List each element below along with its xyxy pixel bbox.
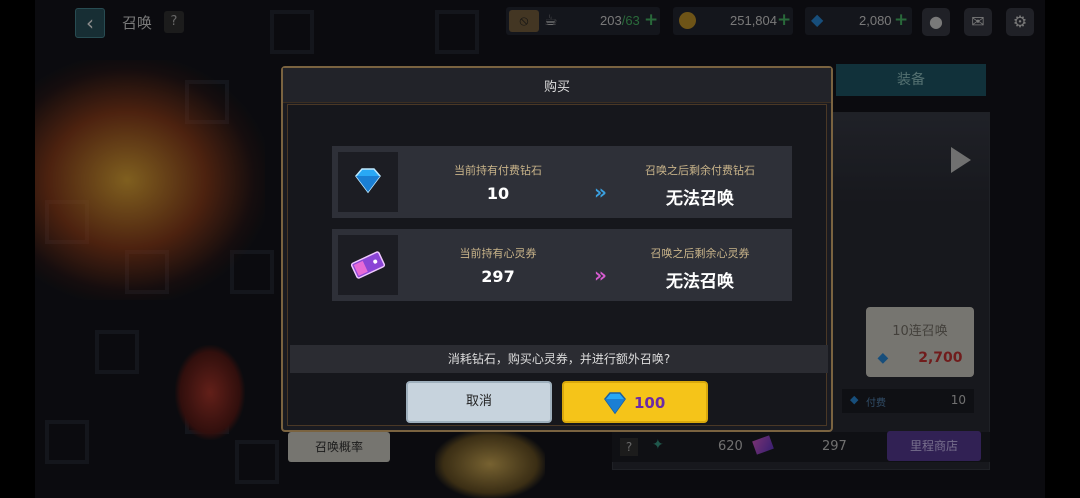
diamond-after-label: 召唤之后剩余付费钻石 (645, 164, 755, 177)
diamond-have-value: 10 (486, 184, 510, 203)
buy-price: 100 (634, 394, 666, 412)
arrow-right-icon: » (594, 180, 607, 204)
diamond-have-label: 当前持有付费钻石 (454, 164, 542, 177)
diamond-icon (338, 152, 398, 212)
dialog-header: 购买 (283, 68, 831, 103)
diamond-icon (604, 392, 626, 415)
ticket-row: 当前持有心灵券 297 » 召唤之后剩余心灵券 无法召唤 (332, 229, 792, 301)
ticket-icon (338, 235, 398, 295)
confirm-question: 消耗钻石，购买心灵券，并进行额外召唤? (290, 345, 828, 373)
arrow-right-icon: » (594, 263, 607, 287)
ticket-after-label: 召唤之后剩余心灵券 (650, 247, 750, 260)
buy-button[interactable]: 100 (562, 381, 708, 423)
dialog-title: 购买 (543, 80, 570, 95)
ticket-have-value: 297 (481, 267, 515, 286)
cancel-button[interactable]: 取消 (406, 381, 552, 423)
ticket-after-value: 无法召唤 (666, 272, 734, 292)
purchase-dialog: 购买 当前持有付费钻石 10 » 召唤之后剩余付费钻石 无法召唤 当前持有心灵券… (281, 66, 833, 432)
diamond-after-value: 无法召唤 (666, 189, 734, 209)
diamond-row: 当前持有付费钻石 10 » 召唤之后剩余付费钻石 无法召唤 (332, 146, 792, 218)
ticket-have-label: 当前持有心灵券 (459, 247, 537, 260)
dialog-body: 当前持有付费钻石 10 » 召唤之后剩余付费钻石 无法召唤 当前持有心灵券 29… (287, 104, 828, 426)
